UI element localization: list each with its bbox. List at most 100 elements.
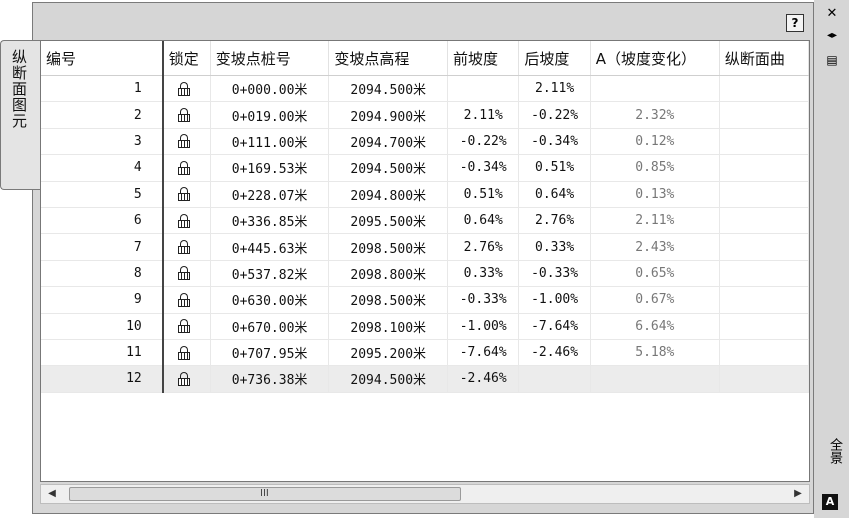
close-icon[interactable]: ✕ (824, 6, 840, 22)
cell-grade-in[interactable]: -0.34% (447, 154, 520, 182)
cell-number[interactable]: 10 (41, 313, 164, 340)
cell-elevation[interactable]: 2094.500米 (328, 75, 449, 103)
cell-grade-in[interactable]: -1.00% (447, 313, 520, 340)
cell-grade-out[interactable]: -2.46% (518, 339, 591, 367)
cell-number[interactable]: 3 (41, 128, 164, 156)
help-button[interactable]: ? (786, 14, 804, 32)
cell-grade-in[interactable]: -0.33% (447, 286, 520, 314)
cell-elevation[interactable]: 2095.500米 (328, 207, 449, 235)
cell-grade-change[interactable]: 0.12% (590, 128, 720, 156)
padlock-icon[interactable] (177, 371, 190, 386)
padlock-icon[interactable] (177, 134, 190, 149)
cell-station[interactable]: 0+707.95米 (210, 339, 330, 367)
cell-grade-out[interactable]: -0.22% (518, 101, 591, 129)
table-row[interactable]: 6 0+336.85米 2095.500米 0.64% 2.76% 2.11% (41, 207, 809, 235)
cell-grade-change[interactable]: 5.18% (590, 339, 720, 367)
cell-profile-curve[interactable] (719, 75, 809, 103)
cell-lock[interactable] (162, 365, 211, 393)
cell-lock[interactable] (162, 181, 211, 208)
cell-number[interactable]: 6 (41, 207, 164, 235)
cell-grade-out[interactable]: -1.00% (518, 286, 591, 314)
cell-grade-in[interactable] (447, 75, 520, 103)
column-header-grade-in[interactable]: 前坡度 (447, 41, 520, 76)
table-row[interactable]: 12 0+736.38米 2094.500米 -2.46% (41, 365, 809, 393)
table-row[interactable]: 7 0+445.63米 2098.500米 2.76% 0.33% 2.43% (41, 233, 809, 261)
cell-grade-out[interactable]: 0.33% (518, 233, 591, 261)
cell-elevation[interactable]: 2095.200米 (328, 339, 449, 367)
cell-grade-in[interactable]: 0.33% (447, 260, 520, 288)
cell-elevation[interactable]: 2094.500米 (328, 154, 449, 182)
cell-lock[interactable] (162, 260, 211, 288)
cell-elevation[interactable]: 2098.100米 (328, 313, 449, 340)
tab-profile-elements[interactable]: 纵断面图元 (0, 40, 40, 190)
cell-lock[interactable] (162, 207, 211, 235)
padlock-icon[interactable] (177, 213, 190, 228)
column-header-profile-curve[interactable]: 纵断面曲 (719, 41, 809, 76)
column-header-elevation[interactable]: 变坡点高程 (328, 41, 449, 76)
cell-elevation[interactable]: 2098.500米 (328, 286, 449, 314)
horizontal-scrollbar[interactable]: ◀ III ▶ (40, 484, 810, 504)
arrow-left-icon[interactable]: ◀ (45, 487, 59, 501)
cell-number[interactable]: 9 (41, 286, 164, 314)
cell-grade-out[interactable] (518, 365, 591, 393)
cell-profile-curve[interactable] (719, 207, 809, 235)
cell-profile-curve[interactable] (719, 233, 809, 261)
cell-lock[interactable] (162, 313, 211, 340)
cell-profile-curve[interactable] (719, 101, 809, 129)
cell-number[interactable]: 11 (41, 339, 164, 367)
cell-grade-change[interactable] (590, 365, 720, 393)
cell-lock[interactable] (162, 128, 211, 156)
cell-grade-out[interactable]: 2.76% (518, 207, 591, 235)
cell-profile-curve[interactable] (719, 181, 809, 208)
table-row[interactable]: 3 0+111.00米 2094.700米 -0.22% -0.34% 0.12% (41, 128, 809, 156)
column-header-grade-change[interactable]: A（坡度变化） (590, 41, 720, 76)
arrow-right-icon[interactable]: ▶ (791, 487, 805, 501)
padlock-icon[interactable] (177, 266, 190, 281)
cell-grade-change[interactable]: 2.32% (590, 101, 720, 129)
cell-lock[interactable] (162, 233, 211, 261)
cell-grade-change[interactable] (590, 75, 720, 103)
table-row[interactable]: 10 0+670.00米 2098.100米 -1.00% -7.64% 6.64% (41, 313, 809, 340)
cell-grade-out[interactable]: 0.64% (518, 181, 591, 208)
cell-grade-out[interactable]: -0.34% (518, 128, 591, 156)
cell-grade-change[interactable]: 0.85% (590, 154, 720, 182)
table-row[interactable]: 5 0+228.07米 2094.800米 0.51% 0.64% 0.13% (41, 181, 809, 208)
cell-grade-change[interactable]: 2.11% (590, 207, 720, 235)
table-row[interactable]: 2 0+019.00米 2094.900米 2.11% -0.22% 2.32% (41, 101, 809, 129)
properties-icon[interactable]: ▤ (824, 52, 840, 68)
padlock-icon[interactable] (177, 81, 190, 96)
cell-profile-curve[interactable] (719, 365, 809, 393)
column-header-number[interactable]: 编号 (41, 41, 164, 76)
cell-station[interactable]: 0+445.63米 (210, 233, 330, 261)
cell-grade-in[interactable]: 0.64% (447, 207, 520, 235)
column-header-station[interactable]: 变坡点桩号 (210, 41, 330, 76)
cell-station[interactable]: 0+670.00米 (210, 313, 330, 340)
table-row[interactable]: 11 0+707.95米 2095.200米 -7.64% -2.46% 5.18% (41, 339, 809, 367)
cell-lock[interactable] (162, 286, 211, 314)
cell-lock[interactable] (162, 101, 211, 129)
table-row[interactable]: 4 0+169.53米 2094.500米 -0.34% 0.51% 0.85% (41, 154, 809, 182)
cell-station[interactable]: 0+537.82米 (210, 260, 330, 288)
padlock-icon[interactable] (177, 240, 190, 255)
cell-grade-change[interactable]: 6.64% (590, 313, 720, 340)
cell-station[interactable]: 0+336.85米 (210, 207, 330, 235)
cell-lock[interactable] (162, 339, 211, 367)
cell-grade-change[interactable]: 0.65% (590, 260, 720, 288)
cell-grade-in[interactable]: -0.22% (447, 128, 520, 156)
cell-number[interactable]: 1 (41, 75, 164, 103)
cell-grade-out[interactable]: -0.33% (518, 260, 591, 288)
cell-number[interactable]: 2 (41, 101, 164, 129)
table-row[interactable]: 8 0+537.82米 2098.800米 0.33% -0.33% 0.65% (41, 260, 809, 288)
padlock-icon[interactable] (177, 160, 190, 175)
cell-profile-curve[interactable] (719, 339, 809, 367)
cell-station[interactable]: 0+228.07米 (210, 181, 330, 208)
cell-number[interactable]: 4 (41, 154, 164, 182)
cell-grade-in[interactable]: 0.51% (447, 181, 520, 208)
cell-station[interactable]: 0+736.38米 (210, 365, 330, 393)
cell-grade-out[interactable]: -7.64% (518, 313, 591, 340)
cell-profile-curve[interactable] (719, 128, 809, 156)
cell-grade-change[interactable]: 0.13% (590, 181, 720, 208)
padlock-icon[interactable] (177, 345, 190, 360)
scrollbar-thumb[interactable]: III (69, 487, 461, 501)
cell-elevation[interactable]: 2098.800米 (328, 260, 449, 288)
